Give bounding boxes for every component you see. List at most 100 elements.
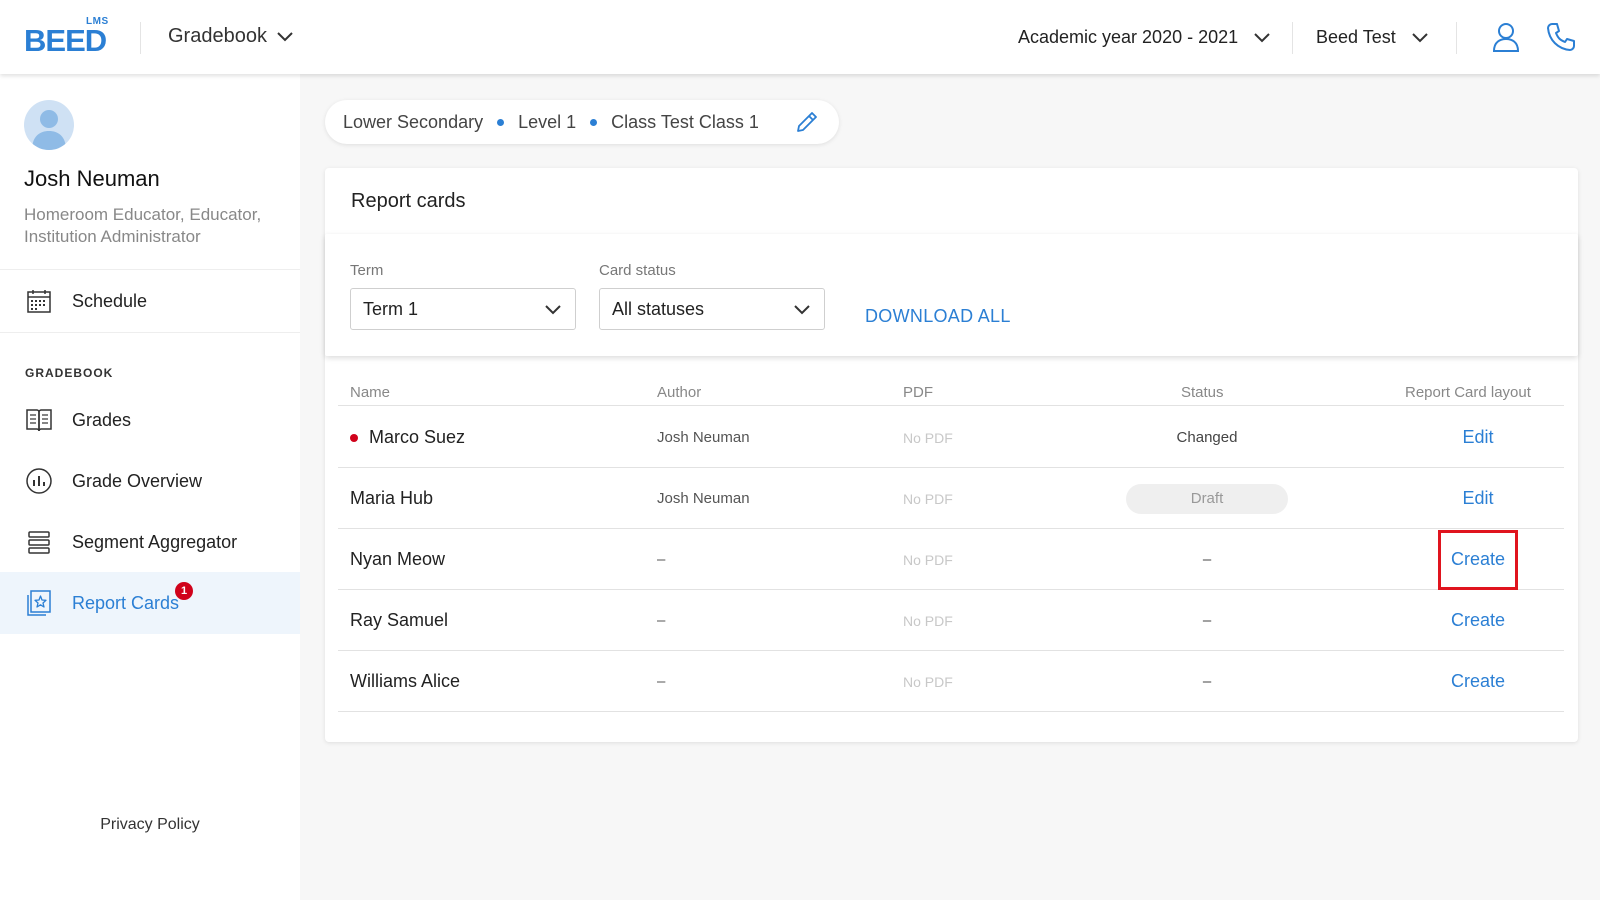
author-cell: – bbox=[657, 612, 666, 629]
card-status-label: Card status bbox=[599, 262, 676, 279]
status-cell: Draft bbox=[1126, 468, 1288, 529]
student-name-cell[interactable]: Williams Alice bbox=[350, 651, 460, 712]
author-cell: – bbox=[657, 673, 666, 690]
sidebar-item-label: Segment Aggregator bbox=[72, 531, 238, 552]
status-cell: – bbox=[1202, 551, 1212, 568]
module-label: Gradebook bbox=[168, 25, 267, 47]
avatar[interactable] bbox=[24, 100, 74, 150]
stack-icon bbox=[26, 529, 52, 555]
user-roles: Homeroom Educator, Educator, Institution… bbox=[24, 205, 262, 246]
phone-icon[interactable] bbox=[1546, 22, 1576, 57]
user-name: Josh Neuman bbox=[24, 166, 160, 191]
sidebar-item-label: Grades bbox=[72, 409, 132, 430]
student-name: Marco Suez bbox=[369, 427, 466, 447]
term-select-value: Term 1 bbox=[363, 298, 419, 319]
table-row: Marco Suez Josh Neuman No PDF Changed Ed… bbox=[338, 407, 1564, 468]
changed-indicator-dot bbox=[350, 433, 358, 442]
breadcrumb-separator bbox=[497, 118, 505, 126]
download-all-button[interactable]: DOWNLOAD ALL bbox=[865, 306, 1011, 327]
pdf-cell: No PDF bbox=[903, 551, 953, 568]
report-card-star-icon bbox=[26, 590, 52, 616]
academic-year-select[interactable]: Academic year 2020 - 2021 bbox=[1018, 27, 1270, 48]
gradebook-section-label: GRADEBOOK bbox=[25, 366, 114, 380]
table-row: Nyan Meow – No PDF – Create bbox=[338, 529, 1564, 590]
top-bar: LMS BEED Gradebook Academic year 2020 - … bbox=[0, 0, 1600, 74]
module-switcher[interactable]: Gradebook bbox=[168, 25, 293, 48]
institution-label: Beed Test bbox=[1316, 27, 1396, 47]
privacy-policy-link[interactable]: Privacy Policy bbox=[0, 816, 300, 834]
student-name: Williams Alice bbox=[350, 671, 461, 691]
edit-layout-button[interactable]: Edit bbox=[1438, 407, 1518, 468]
status-cell: – bbox=[1202, 612, 1212, 629]
sidebar-item-label: Grade Overview bbox=[72, 470, 203, 491]
header-divider bbox=[1292, 22, 1293, 54]
beed-logo[interactable]: LMS BEED bbox=[24, 16, 116, 58]
pdf-cell: No PDF bbox=[903, 490, 953, 507]
breadcrumb: Lower Secondary Level 1 Class Test Class… bbox=[325, 100, 839, 144]
column-header-layout: Report Card layout bbox=[1405, 384, 1531, 401]
column-header-status: Status bbox=[1181, 384, 1224, 401]
sidebar-item-grades[interactable]: Grades bbox=[0, 389, 300, 451]
author-cell: Josh Neuman bbox=[657, 429, 750, 446]
sidebar-item-label: Schedule bbox=[72, 290, 148, 311]
breadcrumb-level-group: Lower Secondary bbox=[343, 111, 484, 132]
calendar-icon bbox=[26, 288, 52, 314]
pdf-cell: No PDF bbox=[903, 673, 953, 690]
bar-chart-icon bbox=[26, 468, 52, 494]
header-divider bbox=[1456, 22, 1457, 54]
chevron-down-icon bbox=[794, 299, 810, 320]
chevron-down-icon bbox=[277, 25, 293, 48]
student-name-cell[interactable]: Ray Samuel bbox=[350, 590, 448, 651]
notification-badge: 1 bbox=[175, 582, 193, 600]
status-badge: Draft bbox=[1126, 483, 1288, 514]
student-name-cell[interactable]: Nyan Meow bbox=[350, 529, 445, 590]
student-name: Maria Hub bbox=[350, 488, 434, 508]
breadcrumb-class: Class Test Class 1 bbox=[611, 111, 759, 132]
user-profile-icon[interactable] bbox=[1492, 22, 1520, 57]
report-cards-panel: Report cards Term Term 1 Card status All… bbox=[325, 168, 1578, 742]
card-status-select-value: All statuses bbox=[612, 298, 705, 319]
sidebar-item-schedule[interactable]: Schedule bbox=[0, 270, 300, 332]
filter-panel: Term Term 1 Card status All statuses DOW… bbox=[325, 234, 1578, 356]
table-row: Maria Hub Josh Neuman No PDF Draft Edit bbox=[338, 468, 1564, 529]
pdf-cell: No PDF bbox=[903, 612, 953, 629]
pencil-icon[interactable] bbox=[795, 110, 819, 134]
card-status-select[interactable]: All statuses bbox=[599, 288, 825, 330]
sidebar-item-report-cards[interactable]: Report Cards 1 bbox=[0, 572, 300, 634]
academic-year-label: Academic year 2020 - 2021 bbox=[1018, 27, 1239, 47]
sidebar-item-grade-overview[interactable]: Grade Overview bbox=[0, 450, 300, 512]
student-name-cell[interactable]: Maria Hub bbox=[350, 468, 433, 529]
student-name: Ray Samuel bbox=[350, 610, 449, 630]
column-header-author: Author bbox=[657, 384, 702, 401]
student-name-cell[interactable]: Marco Suez bbox=[350, 407, 465, 468]
student-name: Nyan Meow bbox=[350, 549, 446, 569]
table-row: Ray Samuel – No PDF – Create bbox=[338, 590, 1564, 651]
table-header: Name Author PDF Status Report Card layou… bbox=[338, 372, 1564, 406]
sidebar-item-segment-aggregator[interactable]: Segment Aggregator bbox=[0, 511, 300, 573]
author-cell: Josh Neuman bbox=[657, 490, 750, 507]
create-layout-button[interactable]: Create bbox=[1438, 590, 1518, 651]
sidebar-item-label: Report Cards bbox=[72, 592, 180, 613]
column-header-name: Name bbox=[350, 384, 391, 401]
highlight-box bbox=[1438, 530, 1518, 590]
chevron-down-icon bbox=[1254, 27, 1270, 48]
table-row: Williams Alice – No PDF – Create bbox=[338, 651, 1564, 712]
author-cell: – bbox=[657, 551, 666, 568]
column-header-pdf: PDF bbox=[903, 384, 933, 401]
term-label: Term bbox=[350, 262, 384, 279]
chevron-down-icon bbox=[545, 299, 561, 320]
institution-select[interactable]: Beed Test bbox=[1316, 27, 1428, 48]
sidebar-divider bbox=[0, 332, 300, 333]
status-cell: – bbox=[1202, 673, 1212, 690]
status-cell: Changed bbox=[1176, 429, 1238, 446]
create-layout-button[interactable]: Create bbox=[1438, 651, 1518, 712]
edit-layout-button[interactable]: Edit bbox=[1438, 468, 1518, 529]
term-select[interactable]: Term 1 bbox=[350, 288, 576, 330]
page-title: Report cards bbox=[351, 190, 466, 212]
breadcrumb-separator bbox=[590, 118, 598, 126]
pdf-cell: No PDF bbox=[903, 429, 953, 446]
sidebar: Josh Neuman Homeroom Educator, Educator,… bbox=[0, 74, 300, 900]
book-icon bbox=[26, 407, 52, 433]
logo-text: BEED bbox=[24, 23, 107, 58]
breadcrumb-level: Level 1 bbox=[518, 111, 577, 132]
